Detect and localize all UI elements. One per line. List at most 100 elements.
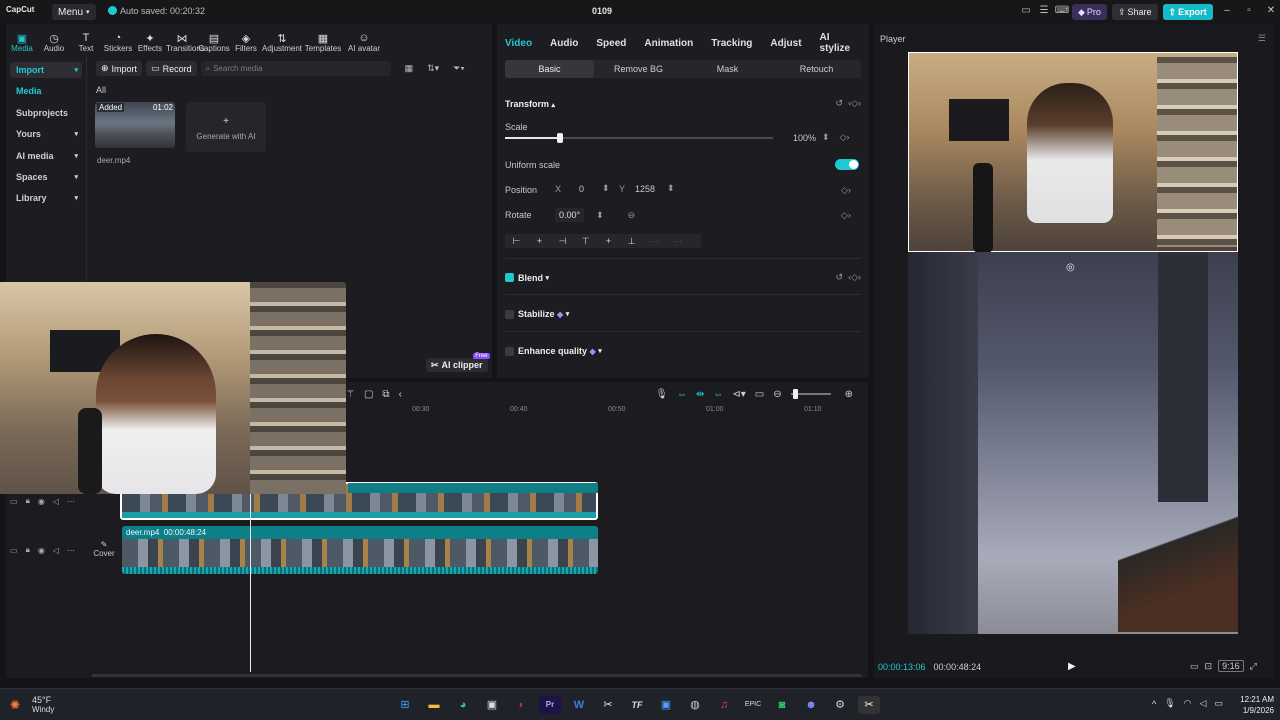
filter-all[interactable]: All (96, 85, 106, 95)
wifi-icon[interactable]: ◠ (1184, 698, 1192, 709)
tool-effects[interactable]: ✦ Effects (134, 28, 166, 53)
fullscreen-quality-icon[interactable]: ▭ (1190, 661, 1199, 672)
tool-adjustment[interactable]: ⇅ Adjustment (262, 28, 302, 53)
export-button[interactable]: ⇧ Export (1162, 4, 1213, 20)
epic-games-icon[interactable]: EPIC (742, 696, 764, 714)
panel-icon[interactable]: ☰ (1036, 5, 1052, 19)
stepper-icon[interactable]: ⬍ (667, 183, 675, 194)
zoom-in-icon[interactable]: ⊕ (845, 389, 853, 400)
volume-icon[interactable]: ◁ (53, 497, 59, 506)
link-icon[interactable]: ⇔ (677, 389, 687, 400)
zoom-slider-knob[interactable] (792, 389, 798, 399)
sidebar-item-spaces[interactable]: Spaces ▾ (10, 169, 82, 185)
checkbox-icon[interactable] (505, 346, 514, 356)
filter-icon[interactable]: ⏷▾ (453, 63, 465, 74)
blend-toggle[interactable]: Blend ▾ (505, 273, 549, 283)
tool-audio[interactable]: ◷ Audio (38, 28, 70, 53)
enhance-quality-toggle[interactable]: Enhance quality ◆ ▾ (505, 346, 602, 356)
rotate-field[interactable]: 0.00° ⬍ ⊖ (555, 208, 635, 222)
maximize-icon[interactable]: ▫ (1238, 5, 1260, 16)
caption-icon[interactable]: ▭ (755, 389, 764, 400)
stepper-icon[interactable]: ⬍ (596, 210, 604, 221)
eye-icon[interactable]: ◉ (38, 546, 45, 555)
scale-slider[interactable] (505, 133, 773, 143)
stepper-icon[interactable]: ⬍ (822, 132, 830, 143)
reset-icon[interactable]: ↺ (836, 272, 844, 282)
track-icon[interactable]: ▭ (10, 497, 18, 506)
gameplay-layer[interactable]: ◎ (908, 252, 1238, 634)
rotate-dial-icon[interactable]: ⊖ (628, 210, 636, 221)
keyframe-icon[interactable]: ◇› (841, 210, 851, 221)
freeze-icon[interactable]: ⧉ (382, 389, 389, 400)
record-button[interactable]: ▭ Record (146, 61, 197, 76)
edge-icon[interactable]: ◕ (452, 696, 474, 714)
app-icon[interactable]: ◍ (684, 696, 706, 714)
chevron-up-icon[interactable]: ^ (1152, 699, 1156, 709)
cover-button[interactable]: ✎ Cover (92, 540, 116, 558)
checkbox-icon[interactable] (505, 309, 514, 319)
scale-value-field[interactable]: 100% ⬍ ◇› (793, 132, 850, 143)
stabilize-toggle[interactable]: Stabilize ◆ ▾ (505, 309, 569, 319)
taskbar-clock[interactable]: 12:21 AM 1/9/2026 (1230, 694, 1274, 716)
mcafee-icon[interactable]: ◗ (510, 696, 532, 714)
preview-axis-icon[interactable]: ⊲▾ (732, 389, 745, 400)
ai-clipper-button[interactable]: ✂ AI clipper Free (426, 353, 490, 372)
align-center-v-icon[interactable]: + (597, 236, 620, 246)
keyframe-icon[interactable]: ‹◇› (848, 98, 861, 108)
align-top-icon[interactable]: ⊤ (574, 236, 597, 247)
app-icon[interactable]: ▣ (655, 696, 677, 714)
store-icon[interactable]: ▣ (481, 696, 503, 714)
video-preview[interactable]: ◎ (908, 52, 1238, 634)
sidebar-item-subprojects[interactable]: Subprojects (10, 105, 82, 121)
sidebar-item-ai-media[interactable]: AI media ▾ (10, 148, 82, 164)
align-center-h-icon[interactable]: + (528, 236, 551, 246)
volume-icon[interactable]: ◁ (53, 546, 59, 555)
reset-icon[interactable]: ↺ (836, 98, 844, 108)
eye-icon[interactable]: ◉ (38, 497, 45, 506)
tool-templates[interactable]: ▦ Templates (302, 28, 344, 53)
checkbox-checked-icon[interactable] (505, 273, 514, 282)
weather-widget[interactable]: ✺ 45°F Windy (10, 695, 54, 714)
keyframe-icon[interactable]: ‹◇› (848, 272, 861, 282)
premiere-icon[interactable]: Pr (539, 696, 561, 714)
fullscreen-icon[interactable]: ⤢ (1250, 661, 1257, 672)
close-icon[interactable]: ✕ (1260, 5, 1280, 16)
battery-icon[interactable]: ▭ (1214, 698, 1223, 709)
steam-icon[interactable]: ⚙ (829, 696, 851, 714)
capcut-icon[interactable]: ✂ (858, 696, 880, 714)
shortcut-icon[interactable]: ⌨ (1054, 5, 1070, 19)
discord-icon[interactable]: ☻ (800, 696, 822, 714)
subtab-mask[interactable]: Mask (683, 60, 772, 78)
tool-filters[interactable]: ◈ Filters (230, 28, 262, 53)
tab-audio[interactable]: Audio (550, 38, 578, 49)
subtab-retouch[interactable]: Retouch (772, 60, 861, 78)
subtab-remove-bg[interactable]: Remove BG (594, 60, 683, 78)
tab-animation[interactable]: Animation (644, 38, 693, 49)
tab-adjust[interactable]: Adjust (770, 38, 801, 49)
lock-icon[interactable]: 🔒︎ (26, 545, 30, 555)
webcam-layer[interactable] (908, 52, 1238, 253)
more-icon[interactable]: ⋯ (67, 497, 75, 506)
music-icon[interactable]: ♫ (713, 696, 735, 714)
generate-ai-button[interactable]: + Generate with AI (186, 102, 266, 152)
tab-tracking[interactable]: Tracking (711, 38, 752, 49)
tab-ai-stylize[interactable]: AI stylize (820, 32, 851, 54)
tool-text[interactable]: T Text (70, 28, 102, 53)
grid-view-icon[interactable]: ▦ (405, 63, 414, 74)
keyframe-icon[interactable]: ◇› (841, 185, 851, 196)
ratio-button[interactable]: 9:16 (1218, 660, 1244, 672)
timeline-scrollbar[interactable] (92, 674, 862, 677)
sidebar-item-library[interactable]: Library ▾ (10, 190, 82, 206)
track-icon[interactable]: ▭ (10, 546, 18, 555)
tool-captions[interactable]: ▤ Captions (198, 28, 230, 53)
project-title[interactable]: 0109 (580, 6, 624, 16)
sort-icon[interactable]: ⇅▾ (427, 63, 439, 74)
windows-start-icon[interactable]: ⊞ (394, 696, 416, 714)
microphone-icon[interactable]: 🎙︎ (655, 389, 668, 400)
sidebar-item-yours[interactable]: Yours ▾ (10, 126, 82, 142)
crop-icon[interactable]: ▢ (364, 389, 373, 400)
microphone-icon[interactable]: 🎙︎ (1164, 698, 1175, 709)
zoom-fit-icon[interactable]: ⊡ (1205, 661, 1213, 672)
lock-icon[interactable]: 🔒︎ (26, 496, 30, 506)
more-icon[interactable]: ⋯ (67, 546, 75, 555)
